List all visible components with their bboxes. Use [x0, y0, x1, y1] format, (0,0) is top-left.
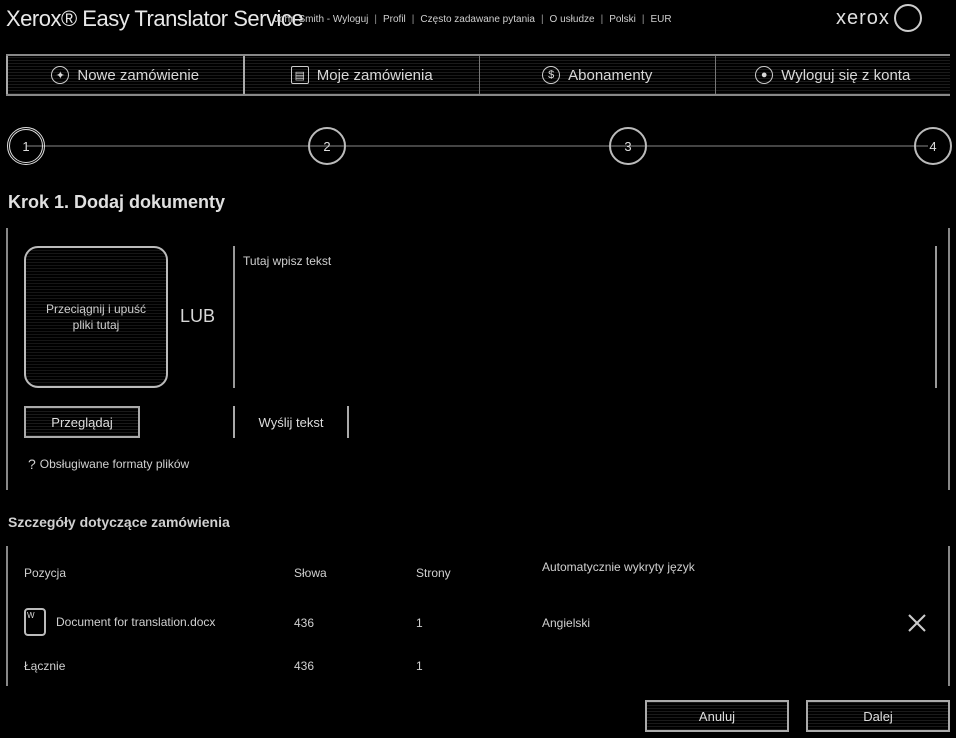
tab-label: Nowe zamówienie: [77, 66, 200, 84]
step-track: [26, 145, 928, 147]
tab-label: Abonamenty: [568, 66, 653, 84]
step-4: 4: [914, 127, 952, 165]
nav-about[interactable]: O usłudze: [550, 14, 595, 25]
question-icon: ?: [28, 456, 36, 472]
clipboard-icon: ▤: [290, 66, 309, 84]
step-1: 1: [7, 127, 45, 165]
browse-button[interactable]: Przeglądaj: [24, 406, 140, 438]
nav-language[interactable]: Polski: [609, 14, 636, 25]
tab-label: Moje zamówienia: [316, 66, 433, 84]
order-details-title: Szczegóły dotyczące zamówienia: [8, 514, 230, 530]
next-button[interactable]: Dalej: [806, 700, 950, 732]
row-words: 436: [294, 616, 315, 630]
column-header-language: Automatycznie wykryty język: [542, 560, 695, 574]
step-3: 3: [609, 127, 647, 165]
step-2: 2: [308, 127, 346, 165]
cancel-button[interactable]: Anuluj: [645, 700, 789, 732]
nav-currency[interactable]: EUR: [650, 14, 671, 25]
document-file-icon: W: [24, 608, 46, 636]
row-language: Angielski: [542, 616, 591, 630]
send-text-button[interactable]: Wyślij tekst: [233, 406, 349, 438]
nav-user-logout[interactable]: John Smith - Wyloguj: [274, 14, 368, 25]
app-title: Xerox® Easy Translator Service: [6, 6, 304, 31]
row-item-name: Document for translation.docx: [56, 615, 216, 629]
tab-subscriptions[interactable]: $ Abonamenty: [480, 56, 716, 94]
text-input[interactable]: Tutaj wpisz tekst: [233, 246, 937, 388]
supported-formats-link[interactable]: ? Obsługiwane formaty plików: [28, 456, 189, 472]
user-icon: ●: [755, 66, 774, 84]
main-tabs: ✦ Nowe zamówienie ▤ Moje zamówienia $ Ab…: [6, 54, 950, 96]
column-header-words: Słowa: [294, 566, 327, 580]
table-row: W Document for translation.docx: [24, 608, 215, 636]
file-dropzone[interactable]: Przeciągnij i upuść pliki tutaj: [24, 246, 168, 388]
row-pages: 1: [416, 616, 423, 630]
tab-logout-account[interactable]: ● Wyloguj się z konta: [715, 56, 950, 94]
column-header-pages: Strony: [416, 566, 451, 580]
dollar-icon: $: [542, 66, 561, 84]
tab-new-order[interactable]: ✦ Nowe zamówienie: [6, 56, 245, 94]
tab-label: Wyloguj się z konta: [781, 66, 911, 84]
nav-profile[interactable]: Profil: [383, 14, 406, 25]
remove-file-icon[interactable]: [906, 612, 928, 634]
total-pages: 1: [416, 659, 423, 673]
brand-wordmark: xerox: [836, 6, 890, 29]
nav-faq[interactable]: Często zadawane pytania: [420, 14, 535, 25]
xerox-sphere-icon: [893, 4, 922, 32]
brand-logo: xerox: [836, 4, 922, 32]
top-nav: John Smith - Wyloguj | Profil | Często zad…: [274, 14, 672, 25]
column-header-item: Pozycja: [24, 566, 67, 580]
supported-formats-label: Obsługiwane formaty plików: [39, 457, 190, 471]
tab-my-orders[interactable]: ▤ Moje zamówienia: [244, 56, 480, 94]
total-words: 436: [294, 659, 315, 673]
total-label: Łącznie: [24, 659, 66, 673]
step-title: Krok 1. Dodaj dokumenty: [8, 192, 226, 212]
or-label: LUB: [180, 306, 216, 326]
sparkle-icon: ✦: [51, 66, 70, 84]
